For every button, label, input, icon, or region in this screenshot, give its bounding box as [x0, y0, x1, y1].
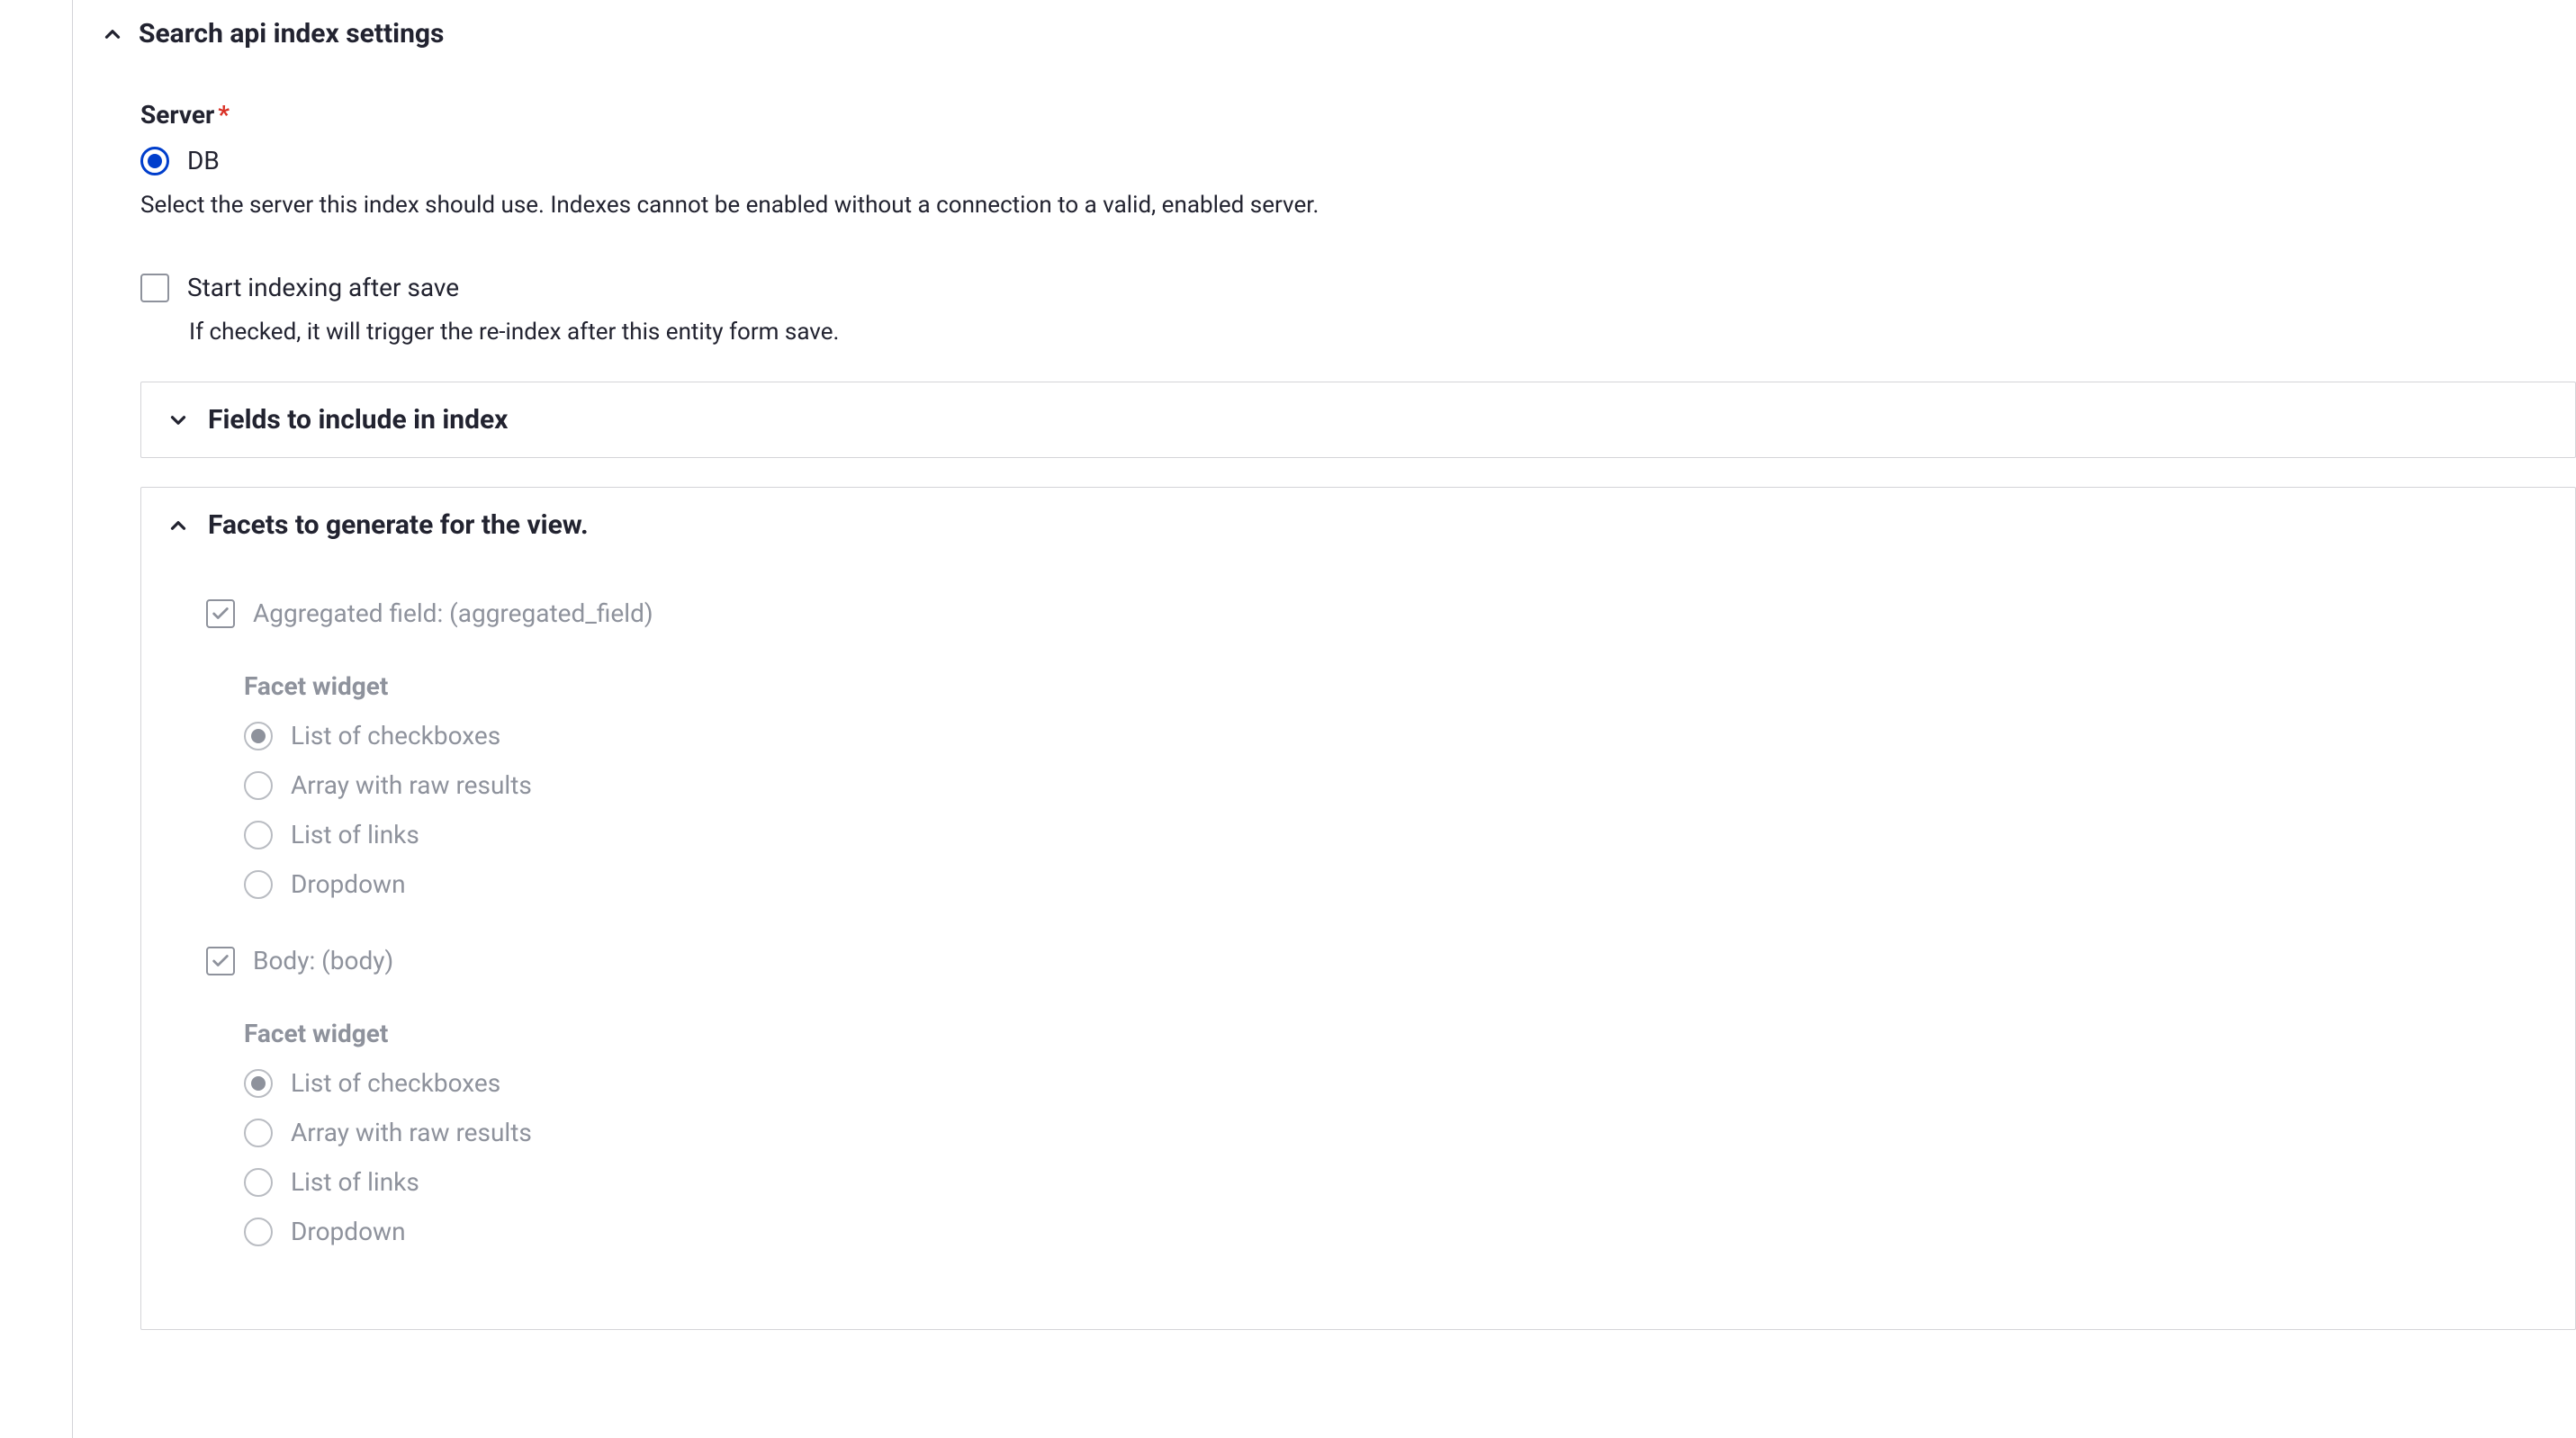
fields-collapsible: Fields to include in index	[140, 382, 2576, 458]
facet0-widget-checkboxes[interactable]: List of checkboxes	[244, 721, 2550, 750]
widget-option-label: List of links	[291, 820, 419, 849]
radio-unchecked-disabled-icon	[244, 771, 273, 800]
facet-widget-legend: Facet widget	[244, 1019, 2550, 1048]
facet0-widget-dropdown[interactable]: Dropdown	[244, 869, 2550, 899]
facets-section-title: Facets to generate for the view.	[208, 509, 589, 541]
start-indexing-description: If checked, it will trigger the re-index…	[189, 319, 2576, 346]
radio-checked-icon	[140, 147, 169, 175]
widget-option-label: Array with raw results	[291, 1118, 532, 1147]
server-option-db[interactable]: DB	[140, 146, 2576, 175]
start-indexing-label: Start indexing after save	[187, 273, 459, 302]
chevron-down-icon	[167, 409, 190, 432]
facet1-widget-links[interactable]: List of links	[244, 1167, 2550, 1197]
facets-collapsible: Facets to generate for the view. Aggrega…	[140, 487, 2576, 1330]
facet-item-label: Aggregated field: (aggregated_field)	[253, 598, 653, 628]
radio-unchecked-disabled-icon	[244, 1218, 273, 1246]
start-indexing-checkbox-row[interactable]: Start indexing after save	[140, 273, 2576, 302]
radio-checked-disabled-icon	[244, 722, 273, 750]
chevron-up-icon	[101, 22, 124, 46]
facet1-widget-checkboxes[interactable]: List of checkboxes	[244, 1068, 2550, 1098]
fields-collapsible-toggle[interactable]: Fields to include in index	[141, 382, 2575, 457]
widget-option-label: Dropdown	[291, 1217, 406, 1246]
fields-section-title: Fields to include in index	[208, 404, 508, 436]
radio-unchecked-disabled-icon	[244, 1119, 273, 1147]
checkbox-checked-disabled-icon	[206, 947, 235, 975]
main-section-title: Search api index settings	[139, 18, 444, 49]
server-description: Select the server this index should use.…	[140, 192, 2576, 219]
facet-aggregated-checkbox[interactable]: Aggregated field: (aggregated_field)	[206, 598, 2550, 628]
radio-unchecked-disabled-icon	[244, 870, 273, 899]
facet-widget-group: Facet widget List of checkboxes Array wi…	[244, 671, 2550, 899]
facet-body-checkbox[interactable]: Body: (body)	[206, 946, 2550, 975]
facet-item: Aggregated field: (aggregated_field) Fac…	[206, 598, 2550, 899]
radio-unchecked-disabled-icon	[244, 1168, 273, 1197]
server-label-text: Server	[140, 100, 214, 130]
facet-widget-legend: Facet widget	[244, 671, 2550, 701]
server-field-label: Server*	[140, 100, 2576, 130]
required-asterisk: *	[218, 100, 230, 130]
facet-item: Body: (body) Facet widget List of checkb…	[206, 946, 2550, 1246]
facets-collapsible-toggle[interactable]: Facets to generate for the view.	[141, 488, 2575, 562]
facet0-widget-links[interactable]: List of links	[244, 820, 2550, 849]
checkbox-checked-disabled-icon	[206, 599, 235, 628]
facet0-widget-array[interactable]: Array with raw results	[244, 770, 2550, 800]
chevron-up-icon	[167, 514, 190, 537]
facet-widget-group: Facet widget List of checkboxes Array wi…	[244, 1019, 2550, 1246]
widget-option-label: List of links	[291, 1167, 419, 1197]
widget-option-label: Dropdown	[291, 869, 406, 899]
widget-option-label: List of checkboxes	[291, 721, 500, 750]
main-section-toggle[interactable]: Search api index settings	[101, 18, 2576, 49]
widget-option-label: Array with raw results	[291, 770, 532, 800]
facet1-widget-array[interactable]: Array with raw results	[244, 1118, 2550, 1147]
facets-body: Aggregated field: (aggregated_field) Fac…	[141, 562, 2575, 1329]
radio-checked-disabled-icon	[244, 1069, 273, 1098]
checkbox-unchecked-icon	[140, 274, 169, 302]
left-border-divider	[72, 0, 73, 1438]
facet1-widget-dropdown[interactable]: Dropdown	[244, 1217, 2550, 1246]
radio-unchecked-disabled-icon	[244, 821, 273, 849]
server-option-label: DB	[187, 146, 220, 175]
facet-item-label: Body: (body)	[253, 946, 393, 975]
widget-option-label: List of checkboxes	[291, 1068, 500, 1098]
